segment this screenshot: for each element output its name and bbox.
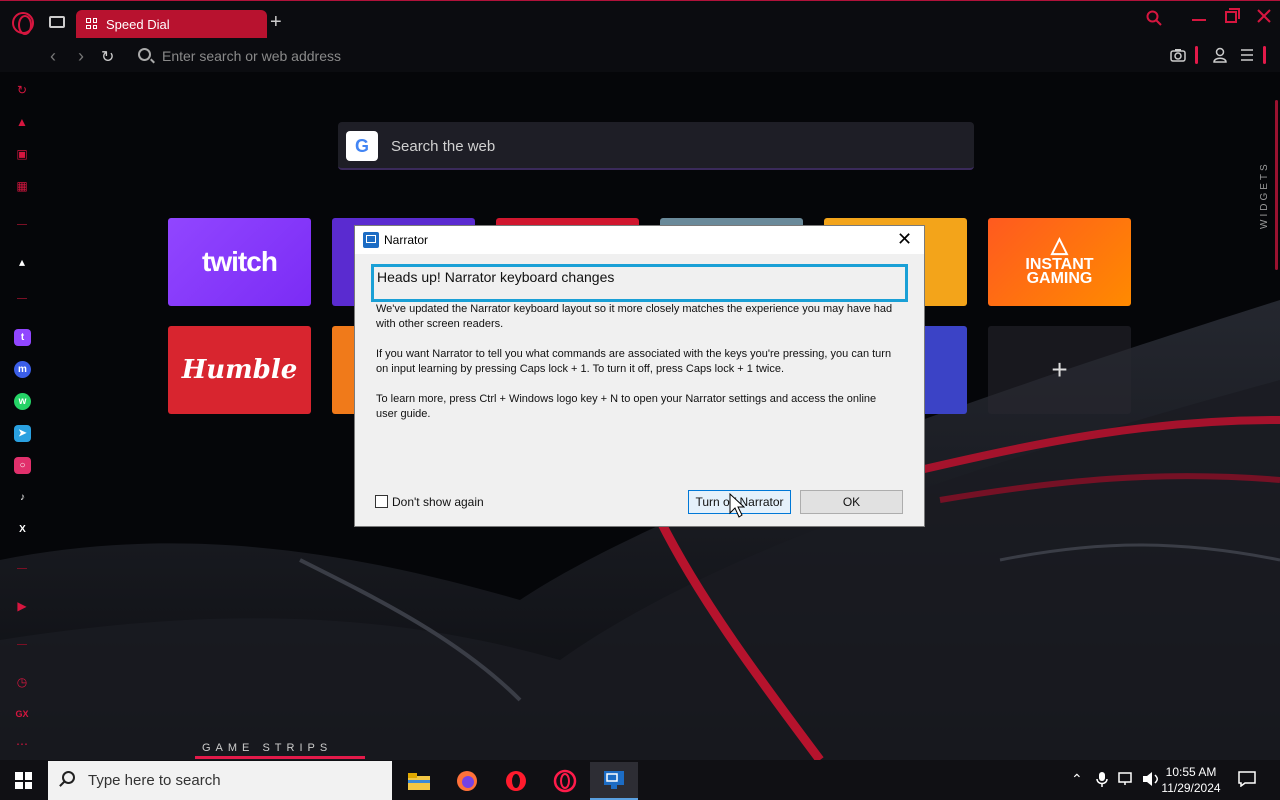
gx-mods-icon[interactable]: ▦	[14, 178, 30, 194]
gx-cleaner-icon[interactable]: ▲	[14, 114, 30, 130]
twitch-sidebar-icon[interactable]: t	[14, 329, 31, 346]
google-icon: G	[346, 131, 378, 161]
dont-show-again-label[interactable]: Don't show again	[392, 495, 484, 509]
taskbar-clock[interactable]: 10:55 AM 11/29/2024	[1160, 764, 1222, 796]
opera-icon[interactable]	[492, 762, 540, 800]
show-hidden-icons-chevron-icon[interactable]: ⌃	[1071, 771, 1083, 788]
notifications-icon[interactable]	[1238, 771, 1256, 790]
volume-icon[interactable]	[1142, 771, 1160, 790]
dialog-titlebar: Narrator ✕	[355, 226, 924, 254]
narrator-dialog: Narrator ✕ Heads up! Narrator keyboard c…	[354, 225, 925, 527]
dialog-title: Narrator	[384, 233, 429, 247]
player-icon[interactable]: ▶	[14, 598, 30, 614]
history-clock-icon[interactable]: ◷	[14, 674, 30, 690]
gx-control-icon[interactable]: ↻	[14, 82, 30, 98]
easy-setup-menu-icon[interactable]	[1240, 48, 1254, 65]
game-strips-label[interactable]: GAME STRIPS	[202, 742, 332, 754]
speed-dial-search-box[interactable]: G Search the web	[338, 122, 974, 170]
address-input[interactable]	[162, 46, 762, 66]
speed-dial-grid-icon	[86, 18, 97, 29]
opera-gx-icon[interactable]	[541, 762, 589, 800]
dialog-heading: Heads up! Narrator keyboard changes	[371, 264, 908, 302]
firefox-icon[interactable]	[443, 762, 491, 800]
snapshot-camera-icon[interactable]	[1170, 48, 1186, 65]
ok-button[interactable]: OK	[800, 490, 903, 514]
tile-label: Humble	[181, 355, 298, 385]
sidebar-divider	[17, 224, 27, 225]
back-button[interactable]: ‹	[50, 46, 56, 67]
forward-button[interactable]: ›	[78, 46, 84, 67]
tile-label-line2: GAMING	[1026, 270, 1093, 287]
widgets-label[interactable]: WIDGETS	[1259, 150, 1273, 240]
search-placeholder: Search the web	[391, 138, 496, 155]
game-strips-accent	[195, 756, 365, 759]
x-twitter-sidebar-icon[interactable]: X	[14, 521, 31, 538]
aria-ai-icon[interactable]: ▴	[14, 254, 30, 270]
reload-button[interactable]: ↻	[101, 47, 114, 67]
dialog-paragraph: We've updated the Narrator keyboard layo…	[376, 303, 893, 330]
sidebar-divider	[17, 644, 27, 645]
plus-icon: +	[1051, 354, 1068, 385]
dont-show-again-checkbox[interactable]	[375, 495, 388, 508]
clock-time: 10:55 AM	[1165, 765, 1217, 779]
file-explorer-icon[interactable]	[395, 762, 443, 800]
widgets-rail	[1275, 100, 1278, 270]
minimize-button[interactable]	[1191, 8, 1207, 29]
sidebar-divider	[17, 298, 27, 299]
speed-dial-tile-humble[interactable]: Humble	[168, 326, 311, 414]
account-icon[interactable]	[1213, 47, 1227, 66]
narrator-taskbar-icon[interactable]	[590, 762, 638, 800]
restore-button[interactable]	[1224, 8, 1240, 29]
tab-search-icon[interactable]	[1146, 10, 1162, 31]
dialog-close-button[interactable]: ✕	[897, 229, 912, 250]
instagram-sidebar-icon[interactable]: ○	[14, 457, 31, 474]
search-icon	[138, 48, 151, 61]
accent-divider	[1195, 46, 1198, 64]
tab-title: Speed Dial	[106, 16, 170, 32]
close-window-button[interactable]	[1256, 8, 1272, 29]
dialog-paragraph: If you want Narrator to tell you what co…	[376, 348, 892, 375]
opera-sidebar: ↻ ▲ ▣ ▦ ▴ t m w ➤ ○ ♪ X ▶ ◷ GX ⋯	[0, 72, 44, 760]
add-speed-dial-button[interactable]: +	[988, 326, 1131, 414]
sidebar-toggle-accent[interactable]	[1263, 46, 1266, 64]
network-icon[interactable]	[1118, 771, 1136, 790]
gx-profile-icon[interactable]: GX	[14, 706, 30, 722]
opera-gx-logo-icon[interactable]	[12, 12, 34, 35]
more-dots-icon[interactable]: ⋯	[14, 736, 30, 752]
tile-label: twitch	[202, 246, 278, 277]
whatsapp-sidebar-icon[interactable]: w	[14, 393, 31, 410]
messenger-sidebar-icon[interactable]: m	[14, 361, 31, 378]
telegram-sidebar-icon[interactable]: ➤	[14, 425, 31, 442]
sidebar-divider	[17, 568, 27, 569]
taskbar-search-placeholder: Type here to search	[88, 772, 221, 789]
taskbar-search-icon	[62, 771, 75, 784]
gx-corner-icon[interactable]: ▣	[14, 146, 30, 162]
dialog-paragraph: To learn more, press Ctrl + Windows logo…	[376, 393, 877, 420]
tab-speed-dial[interactable]: Speed Dial	[76, 10, 267, 38]
window-border	[0, 0, 1280, 1]
new-tab-button[interactable]: +	[270, 12, 282, 32]
tiktok-sidebar-icon[interactable]: ♪	[14, 489, 31, 506]
microphone-icon[interactable]	[1096, 771, 1108, 790]
narrator-app-icon	[363, 232, 379, 248]
speed-dial-tile-instant-gaming[interactable]: △ INSTANT GAMING	[988, 218, 1131, 306]
clock-date: 11/29/2024	[1161, 781, 1221, 795]
speed-dial-tile-twitch[interactable]: twitch	[168, 218, 311, 306]
workspaces-icon[interactable]	[49, 16, 65, 28]
windows-start-icon[interactable]	[15, 772, 32, 789]
